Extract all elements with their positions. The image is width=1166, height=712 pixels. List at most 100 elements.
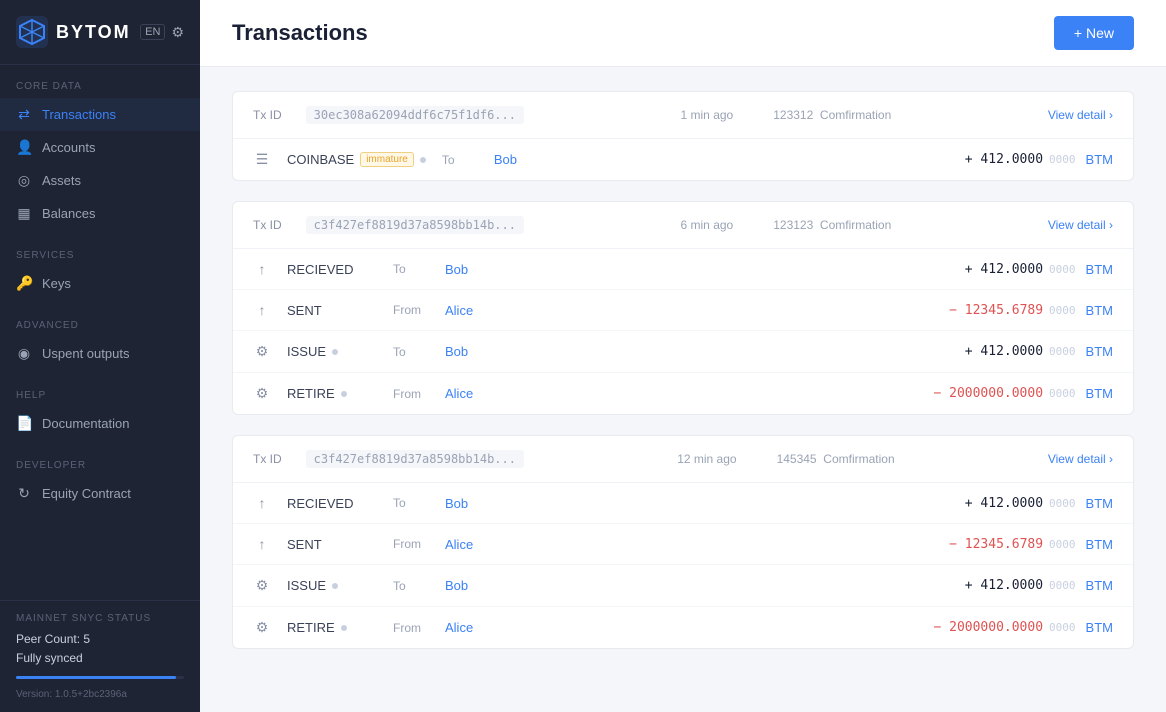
tx-time: 12 min ago [677, 452, 736, 466]
transactions-icon: ⇄ [16, 106, 32, 123]
sidebar-section: SERVICES🔑Keys [0, 234, 200, 304]
tx-address[interactable]: Bob [445, 344, 468, 359]
tx-amount-section: − 12345.67890000 BTM [949, 303, 1113, 318]
view-detail-link[interactable]: View detail › [1048, 452, 1113, 466]
tx-amount-value: + 412.0000 [965, 578, 1043, 593]
sidebar-item-balances[interactable]: ▦Balances [0, 197, 200, 230]
tx-amount-small: 0000 [1049, 538, 1076, 551]
main-area: Transactions + New Tx ID 30ec308a62094dd… [200, 0, 1166, 712]
tx-amount-small: 0000 [1049, 304, 1076, 317]
tx-time: 1 min ago [681, 108, 734, 122]
sync-bar-fill [16, 676, 176, 679]
tx-type-label: ISSUE [287, 344, 377, 359]
logo-text: BYTOM [56, 22, 131, 43]
sidebar-section-label: CORE DATA [0, 81, 200, 98]
tx-confirmations: 123123 Comfirmation [773, 218, 891, 232]
tx-row: ↑ SENT From Alice − 12345.67890000 BTM [233, 290, 1133, 331]
version-text: Version: 1.0.5+2bc2396a [16, 689, 184, 700]
sidebar-item-label-unspent: Uspent outputs [42, 346, 129, 361]
tx-type-label: COINBASE immature [287, 152, 426, 167]
tx-address[interactable]: Alice [445, 303, 473, 318]
tx-direction: From [393, 303, 429, 317]
tx-type-icon: ⚙ [253, 343, 271, 360]
tx-address[interactable]: Bob [494, 152, 517, 167]
sync-label: MAINNET SNYC STATUS [16, 613, 184, 624]
documentation-icon: 📄 [16, 415, 32, 432]
page-title: Transactions [232, 20, 368, 46]
sidebar-item-label-balances: Balances [42, 206, 95, 221]
view-detail-link[interactable]: View detail › [1048, 218, 1113, 232]
sidebar-item-equity[interactable]: ↻Equity Contract [0, 477, 200, 510]
unspent-icon: ◉ [16, 345, 32, 362]
tx-address[interactable]: Alice [445, 620, 473, 635]
tx-address[interactable]: Bob [445, 496, 468, 511]
tx-amount-value: − 12345.6789 [949, 303, 1043, 318]
transaction-card: Tx ID c3f427ef8819d37a8598bb14b... 12 mi… [232, 435, 1134, 649]
tx-direction: From [393, 387, 429, 401]
sidebar: BYTOM EN ⚙ CORE DATA ⇄ Transactions 👤Accoun… [0, 0, 200, 712]
new-transaction-button[interactable]: + New [1054, 16, 1134, 50]
tx-amount-small: 0000 [1049, 387, 1076, 400]
tx-row: ↑ RECIEVED To Bob + 412.00000000 BTM [233, 249, 1133, 290]
logo-area: BYTOM EN ⚙ [0, 0, 200, 65]
tx-amount-small: 0000 [1049, 153, 1076, 166]
tx-currency: BTM [1086, 620, 1113, 635]
tx-id-value: 30ec308a62094ddf6c75f1df6... [306, 106, 524, 124]
tx-id-label: Tx ID [253, 218, 282, 232]
tx-type-label: ISSUE [287, 578, 377, 593]
tx-amount-small: 0000 [1049, 497, 1076, 510]
lang-badge[interactable]: EN [140, 24, 165, 40]
tx-row: ⚙ ISSUE To Bob + 412.00000000 BTM [233, 331, 1133, 373]
tx-amount-section: + 412.00000000 BTM [965, 262, 1113, 277]
tx-type-label: RECIEVED [287, 496, 377, 511]
sidebar-item-transactions[interactable]: ⇄ Transactions [0, 98, 200, 131]
tx-id-label: Tx ID [253, 108, 282, 122]
tx-address[interactable]: Bob [445, 262, 468, 277]
tx-currency: BTM [1086, 152, 1113, 167]
tx-type-label: RETIRE [287, 386, 377, 401]
view-detail-link[interactable]: View detail › [1048, 108, 1113, 122]
tx-row: ⚙ ISSUE To Bob + 412.00000000 BTM [233, 565, 1133, 607]
settings-icon[interactable]: ⚙ [171, 24, 184, 41]
sync-bar [16, 676, 184, 679]
tx-type-icon: ↑ [253, 495, 271, 511]
tx-direction: To [393, 345, 429, 359]
tx-amount-value: + 412.0000 [965, 152, 1043, 167]
tx-amount-section: + 412.00000000 BTM [965, 578, 1113, 593]
tx-amount-section: − 2000000.00000000 BTM [933, 386, 1113, 401]
sync-status: Fully synced [16, 649, 184, 668]
equity-icon: ↻ [16, 485, 32, 502]
sidebar-item-keys[interactable]: 🔑Keys [0, 267, 200, 300]
tx-address[interactable]: Bob [445, 578, 468, 593]
tx-header: Tx ID 30ec308a62094ddf6c75f1df6... 1 min… [233, 92, 1133, 139]
tx-address[interactable]: Alice [445, 386, 473, 401]
sidebar-item-assets[interactable]: ◎Assets [0, 164, 200, 197]
tx-address[interactable]: Alice [445, 537, 473, 552]
sidebar-item-label-assets: Assets [42, 173, 81, 188]
tx-type-icon: ↑ [253, 302, 271, 318]
sidebar-item-label-transactions: Transactions [42, 107, 116, 122]
tx-type-icon: ↑ [253, 261, 271, 277]
info-dot [420, 157, 426, 163]
sidebar-item-documentation[interactable]: 📄Documentation [0, 407, 200, 440]
tx-amount-value: + 412.0000 [965, 496, 1043, 511]
tx-amount-section: − 12345.67890000 BTM [949, 537, 1113, 552]
peer-count: Peer Count: 5 [16, 630, 184, 649]
sidebar-item-unspent[interactable]: ◉ Uspent outputs [0, 337, 200, 370]
tx-type-icon: ⚙ [253, 577, 271, 594]
tx-amount-value: − 12345.6789 [949, 537, 1043, 552]
sidebar-section-label: SERVICES [0, 250, 200, 267]
info-dot [332, 349, 338, 355]
accounts-icon: 👤 [16, 139, 32, 156]
tx-amount-section: + 412.0000 0000 BTM [965, 152, 1113, 167]
sidebar-item-accounts[interactable]: 👤Accounts [0, 131, 200, 164]
tx-confirmations: 145345 Comfirmation [777, 452, 895, 466]
tx-amount-small: 0000 [1049, 263, 1076, 276]
sidebar-section-label: ADVANCED [0, 320, 200, 337]
sidebar-footer: MAINNET SNYC STATUS Peer Count: 5 Fully … [0, 600, 200, 712]
tx-amount-small: 0000 [1049, 345, 1076, 358]
tx-id-label: Tx ID [253, 452, 282, 466]
tx-direction: To [393, 579, 429, 593]
tx-amount-value: − 2000000.0000 [933, 620, 1043, 635]
tx-row: ⚙ RETIRE From Alice − 2000000.00000000 B… [233, 607, 1133, 648]
